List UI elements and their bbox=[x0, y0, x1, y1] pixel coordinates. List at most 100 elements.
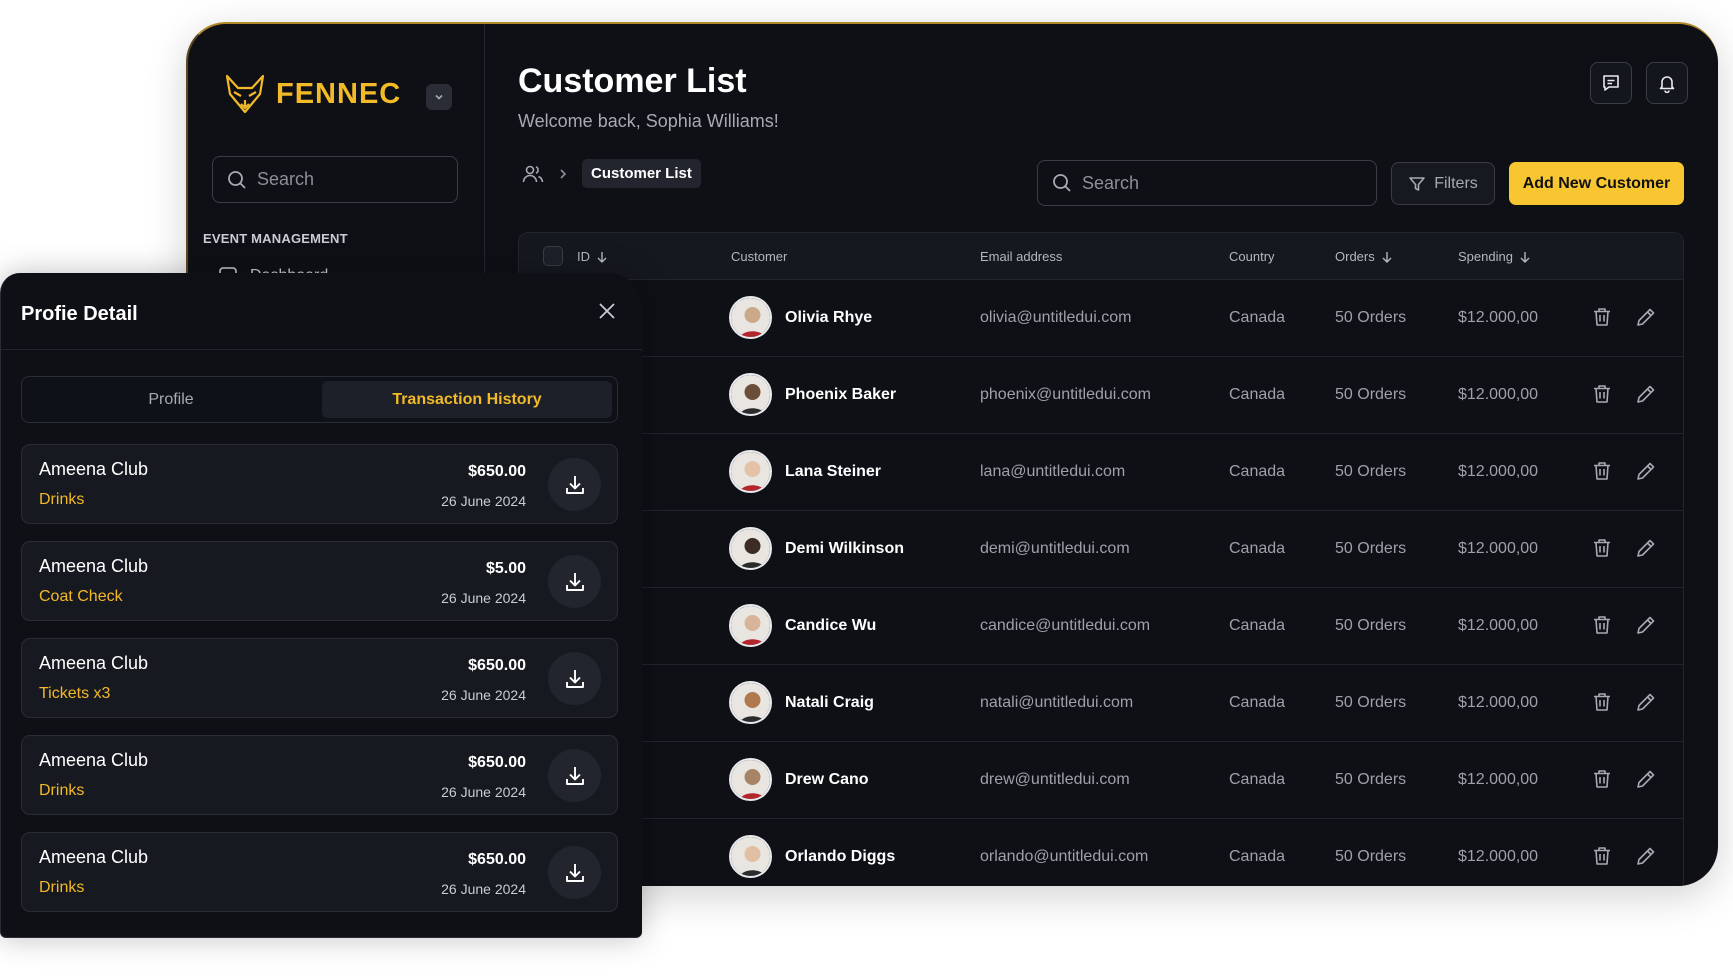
brand-logo[interactable]: FENNEC bbox=[224, 74, 401, 114]
customer-cell[interactable]: Phoenix Baker bbox=[729, 373, 896, 416]
transaction-venue: Ameena Club bbox=[39, 750, 149, 770]
users-icon[interactable] bbox=[522, 163, 544, 185]
delete-button[interactable] bbox=[1591, 383, 1613, 405]
customer-spending: $12.000,00 bbox=[1458, 771, 1539, 788]
customer-cell[interactable]: Drew Cano bbox=[729, 758, 869, 801]
customer-email: demi@untitledui.com bbox=[980, 540, 1130, 557]
download-icon bbox=[563, 667, 587, 691]
breadcrumb-current[interactable]: Customer List bbox=[582, 159, 701, 188]
customer-cell[interactable]: Olivia Rhye bbox=[729, 296, 872, 339]
transaction-card[interactable]: Ameena Club Tickets x3 $650.00 26 June 2… bbox=[21, 638, 618, 718]
transaction-date: 26 June 2024 bbox=[441, 590, 526, 606]
column-spending[interactable]: Spending bbox=[1458, 249, 1531, 264]
customer-country: Canada bbox=[1229, 463, 1286, 480]
workspace-toggle-button[interactable] bbox=[426, 84, 452, 110]
column-orders[interactable]: Orders bbox=[1335, 249, 1393, 264]
sidebar-search-placeholder: Search bbox=[257, 169, 315, 189]
download-button[interactable] bbox=[548, 749, 601, 802]
customer-country: Canada bbox=[1229, 617, 1286, 634]
download-icon bbox=[563, 764, 587, 788]
delete-button[interactable] bbox=[1591, 845, 1613, 867]
column-orders-label: Orders bbox=[1335, 249, 1375, 264]
page-subtitle: Welcome back, Sophia Williams! bbox=[518, 111, 779, 131]
download-icon bbox=[563, 861, 587, 885]
customer-cell[interactable]: Demi Wilkinson bbox=[729, 527, 904, 570]
avatar bbox=[729, 604, 772, 647]
customer-search-input[interactable]: Search bbox=[1037, 160, 1377, 206]
table-row[interactable]: #3066 Natali Craig natali@untitledui.com… bbox=[519, 665, 1683, 742]
chevron-down-icon bbox=[433, 91, 445, 103]
download-button[interactable] bbox=[548, 652, 601, 705]
transaction-card[interactable]: Ameena Club Drinks $650.00 26 June 2024 bbox=[21, 735, 618, 815]
customer-email: drew@untitledui.com bbox=[980, 771, 1130, 788]
customer-cell[interactable]: Lana Steiner bbox=[729, 450, 881, 493]
customer-orders: 50 Orders bbox=[1335, 540, 1407, 557]
pencil-icon bbox=[1635, 614, 1657, 636]
transaction-card[interactable]: Ameena Club Coat Check $5.00 26 June 202… bbox=[21, 541, 618, 621]
arrow-down-icon bbox=[1381, 251, 1393, 263]
transaction-amount: $5.00 bbox=[485, 560, 526, 577]
customer-spending: $12.000,00 bbox=[1458, 463, 1539, 480]
transaction-venue: Ameena Club bbox=[39, 556, 149, 576]
edit-button[interactable] bbox=[1635, 537, 1657, 559]
customer-cell[interactable]: Natali Craig bbox=[729, 681, 874, 724]
avatar bbox=[729, 835, 772, 878]
transaction-venue: Ameena Club bbox=[39, 459, 149, 479]
customer-spending: $12.000,00 bbox=[1458, 694, 1539, 711]
brand-name: FENNEC bbox=[276, 77, 402, 110]
delete-button[interactable] bbox=[1591, 614, 1613, 636]
table-row[interactable]: #3066 Orlando Diggs orlando@untitledui.c… bbox=[519, 819, 1683, 886]
customer-cell[interactable]: Candice Wu bbox=[729, 604, 876, 647]
edit-button[interactable] bbox=[1635, 306, 1657, 328]
edit-button[interactable] bbox=[1635, 845, 1657, 867]
panel-tabs: Profile Transaction History bbox=[21, 376, 618, 423]
transaction-amount: $650.00 bbox=[468, 657, 526, 674]
customer-country: Canada bbox=[1229, 848, 1286, 865]
table-row[interactable]: #3066 Drew Cano drew@untitledui.com Cana… bbox=[519, 742, 1683, 819]
download-button[interactable] bbox=[548, 846, 601, 899]
edit-button[interactable] bbox=[1635, 383, 1657, 405]
profile-detail-panel: Profie Detail Profile Transaction Histor… bbox=[0, 273, 642, 938]
sidebar-search-input[interactable]: Search bbox=[212, 156, 458, 203]
select-all-checkbox[interactable] bbox=[543, 246, 563, 266]
customer-country: Canada bbox=[1229, 386, 1286, 403]
column-id[interactable]: ID bbox=[577, 249, 608, 264]
tab-transaction-history[interactable]: Transaction History bbox=[322, 381, 612, 418]
download-button[interactable] bbox=[548, 555, 601, 608]
customer-name: Demi Wilkinson bbox=[785, 539, 904, 557]
customer-country: Canada bbox=[1229, 694, 1286, 711]
customer-cell[interactable]: Orlando Diggs bbox=[729, 835, 895, 878]
transaction-date: 26 June 2024 bbox=[441, 687, 526, 703]
customer-spending: $12.000,00 bbox=[1458, 617, 1539, 634]
delete-button[interactable] bbox=[1591, 537, 1613, 559]
table-row[interactable]: #3066 Lana Steiner lana@untitledui.com C… bbox=[519, 434, 1683, 511]
customer-orders: 50 Orders bbox=[1335, 309, 1407, 326]
add-new-customer-button[interactable]: Add New Customer bbox=[1509, 162, 1684, 205]
table-row[interactable]: #3066 Phoenix Baker phoenix@untitledui.c… bbox=[519, 357, 1683, 434]
transaction-venue: Ameena Club bbox=[39, 653, 149, 673]
delete-button[interactable] bbox=[1591, 691, 1613, 713]
delete-button[interactable] bbox=[1591, 460, 1613, 482]
table-row[interactable]: #3066 Candice Wu candice@untitledui.com … bbox=[519, 588, 1683, 665]
tab-profile[interactable]: Profile bbox=[26, 381, 316, 418]
filters-button[interactable]: Filters bbox=[1391, 162, 1495, 205]
table-row[interactable]: #3066 Olivia Rhye olivia@untitledui.com … bbox=[519, 280, 1683, 357]
transaction-card[interactable]: Ameena Club Drinks $650.00 26 June 2024 bbox=[21, 444, 618, 524]
download-button[interactable] bbox=[548, 458, 601, 511]
messages-button[interactable] bbox=[1590, 62, 1632, 104]
arrow-down-icon bbox=[596, 251, 608, 263]
edit-button[interactable] bbox=[1635, 691, 1657, 713]
edit-button[interactable] bbox=[1635, 768, 1657, 790]
edit-button[interactable] bbox=[1635, 614, 1657, 636]
customer-orders: 50 Orders bbox=[1335, 771, 1407, 788]
close-button[interactable] bbox=[596, 300, 618, 322]
edit-button[interactable] bbox=[1635, 460, 1657, 482]
bell-icon bbox=[1657, 73, 1677, 93]
column-country: Country bbox=[1229, 249, 1275, 264]
table-row[interactable]: #3066 Demi Wilkinson demi@untitledui.com… bbox=[519, 511, 1683, 588]
delete-button[interactable] bbox=[1591, 768, 1613, 790]
transaction-card[interactable]: Ameena Club Drinks $650.00 26 June 2024 bbox=[21, 832, 618, 912]
notifications-button[interactable] bbox=[1646, 62, 1688, 104]
delete-button[interactable] bbox=[1591, 306, 1613, 328]
transaction-category: Drinks bbox=[39, 879, 85, 896]
